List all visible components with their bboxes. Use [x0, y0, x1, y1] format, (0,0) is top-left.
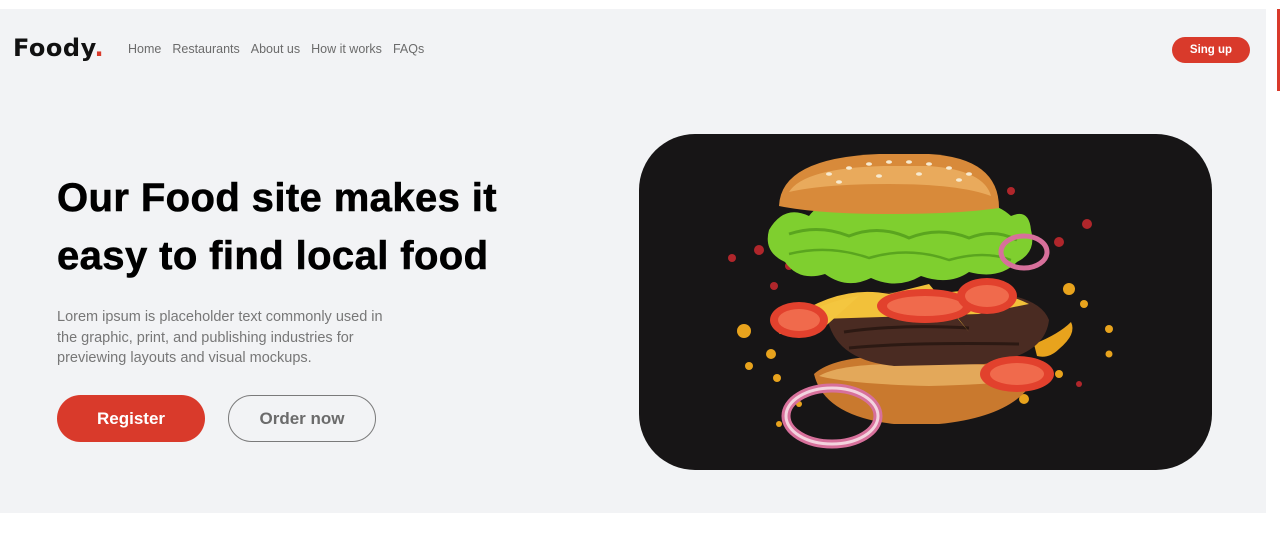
nav-item-home[interactable]: Home	[128, 41, 161, 58]
nav-item-faqs[interactable]: FAQs	[393, 41, 424, 58]
register-button[interactable]: Register	[57, 395, 205, 442]
nav-item-how-it-works[interactable]: How it works	[311, 41, 382, 58]
brand-dot: .	[94, 34, 105, 62]
nav-item-about-us[interactable]: About us	[251, 41, 300, 58]
hero-image	[639, 134, 1212, 470]
brand-logo[interactable]: Foody.	[13, 33, 104, 63]
main-nav: Home Restaurants About us How it works F…	[128, 41, 424, 58]
hero-headline: Our Food site makes it easy to find local…	[57, 169, 617, 285]
hero-headline-line-2: easy to find local food	[57, 234, 489, 279]
order-now-button[interactable]: Order now	[228, 395, 376, 442]
sign-up-button[interactable]: Sing up	[1172, 37, 1250, 63]
brand-name: Foody	[13, 34, 95, 62]
hero-headline-line-1: Our Food site makes it	[57, 176, 498, 221]
hero-description: Lorem ipsum is placeholder text commonly…	[57, 309, 383, 366]
burger-image	[728, 154, 1113, 449]
nav-item-restaurants[interactable]: Restaurants	[172, 41, 239, 58]
